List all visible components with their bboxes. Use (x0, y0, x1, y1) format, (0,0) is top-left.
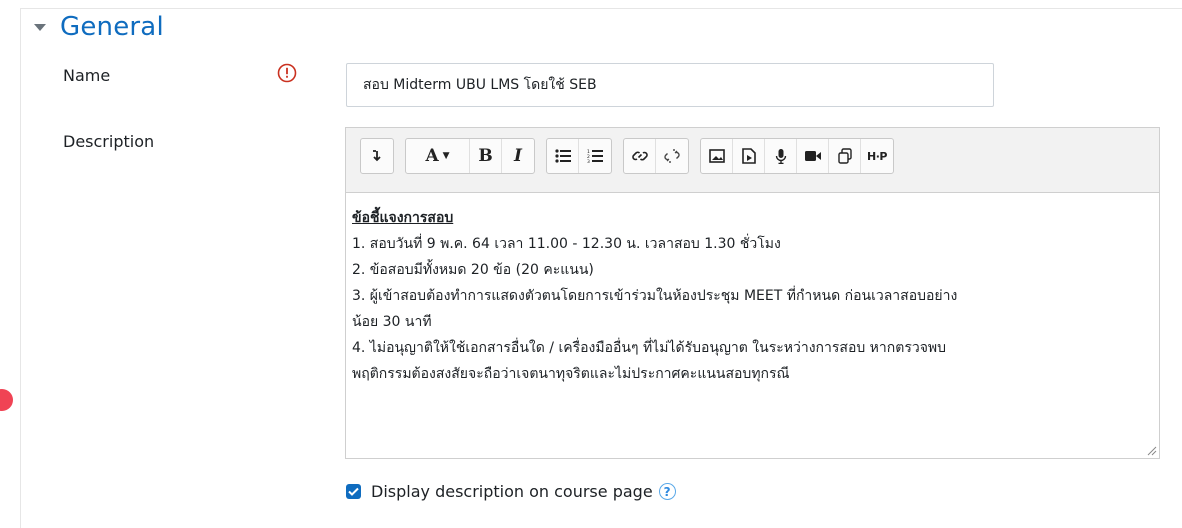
numbered-list-icon: 123 (587, 149, 603, 163)
name-input[interactable] (346, 63, 994, 107)
bulleted-list-icon (554, 149, 571, 163)
description-label: Description (63, 132, 155, 151)
general-section-header[interactable]: General (34, 12, 164, 42)
font-color-button[interactable]: A ▼ (406, 139, 470, 173)
name-label: Name (63, 66, 111, 85)
dropdown-arrow-icon: ▼ (442, 151, 450, 161)
required-icon (277, 63, 297, 87)
toolbar-group-collapse (360, 138, 394, 174)
collapse-toolbar-button[interactable] (361, 139, 393, 173)
media-button[interactable] (733, 139, 765, 173)
unlink-icon (664, 149, 680, 163)
image-button[interactable] (701, 139, 733, 173)
record-video-icon (804, 151, 821, 161)
editor-toolbar: A ▼ B I 123 H·P (360, 138, 905, 174)
toolbar-group-lists: 123 (546, 138, 612, 174)
content-line: 1. สอบวันที่ 9 พ.ค. 64 เวลา 11.00 - 12.3… (352, 236, 781, 252)
content-line: 4. ไม่อนุญาติให้ใช้เอกสารอื่นใด / เครื่อ… (352, 340, 947, 356)
record-video-button[interactable] (797, 139, 829, 173)
collapse-icon (373, 150, 381, 162)
record-audio-button[interactable] (765, 139, 797, 173)
content-line: 2. ข้อสอบมีทั้งหมด 20 ข้อ (20 คะแนน) (352, 262, 594, 278)
display-description-label[interactable]: Display description on course page (371, 482, 653, 501)
toolbar-group-links (623, 138, 689, 174)
bold-icon: B (478, 146, 493, 166)
font-color-icon: A (425, 146, 439, 166)
checkmark-icon (348, 487, 359, 496)
resize-grip-icon[interactable] (1147, 446, 1157, 456)
manage-files-button[interactable] (829, 139, 861, 173)
toolbar-group-media: H·P (700, 138, 894, 174)
collapse-caret-icon[interactable] (34, 23, 46, 31)
display-description-checkbox[interactable] (346, 484, 361, 499)
bulleted-list-button[interactable] (547, 139, 579, 173)
svg-text:3: 3 (587, 159, 590, 163)
content-line: น้อย 30 นาที (352, 314, 432, 330)
link-icon (631, 151, 648, 161)
italic-icon: I (514, 146, 522, 166)
numbered-list-button[interactable]: 123 (579, 139, 611, 173)
help-icon[interactable]: ? (658, 483, 676, 500)
content-line: 3. ผู้เข้าสอบต้องทำการแสดงตัวตนโดยการเข้… (352, 288, 958, 304)
notification-dot (0, 389, 13, 411)
link-button[interactable] (624, 139, 656, 173)
display-description-row: Display description on course page ? (346, 482, 676, 501)
editor-content[interactable]: ข้อชี้แจงการสอบ 1. สอบวันที่ 9 พ.ค. 64 เ… (346, 192, 1159, 458)
h5p-button[interactable]: H·P (861, 139, 893, 173)
toolbar-group-style: A ▼ B I (405, 138, 535, 174)
content-line: พฤติกรรมต้องสงสัยจะถือว่าเจตนาทุจริตและไ… (352, 366, 790, 382)
italic-button[interactable]: I (502, 139, 534, 173)
record-audio-icon (775, 149, 786, 164)
media-icon (741, 148, 756, 164)
manage-files-icon (837, 148, 852, 164)
description-editor: A ▼ B I 123 H·P ข้อชี้แจงการสอบ 1. สอบวั… (345, 127, 1160, 459)
image-icon (708, 149, 725, 163)
section-title: General (60, 12, 164, 42)
h5p-icon: H·P (867, 149, 887, 163)
bold-button[interactable]: B (470, 139, 502, 173)
unlink-button[interactable] (656, 139, 688, 173)
content-heading: ข้อชี้แจงการสอบ (352, 210, 454, 226)
